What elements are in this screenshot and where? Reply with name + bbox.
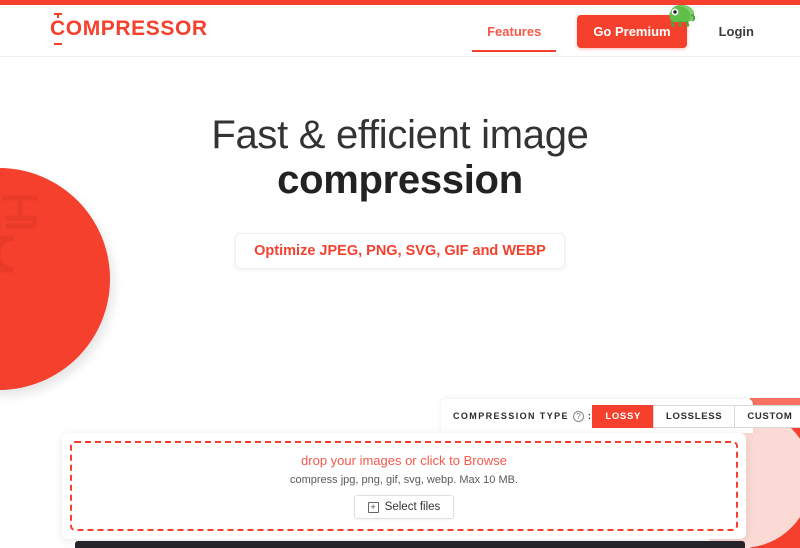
select-files-label: Select files: [384, 501, 441, 513]
main-navigation: Features Go Premium Login: [465, 0, 764, 57]
go-premium-button[interactable]: Go Premium: [577, 14, 687, 48]
nav-item-login[interactable]: Login: [701, 24, 764, 39]
brand-logo[interactable]: C OMPRESSOR: [50, 13, 208, 45]
hero-section: Fast & efficient image compression Optim…: [0, 57, 800, 269]
hero-title-line1: Fast & efficient image: [211, 113, 589, 157]
top-accent-stripe: [0, 0, 800, 5]
logo-clamp-icon: C: [50, 13, 66, 45]
select-files-button[interactable]: + Select files: [353, 495, 455, 519]
compression-option-lossless[interactable]: LOSSLESS: [653, 404, 736, 428]
compression-type-text: COMPRESSION TYPE: [453, 411, 569, 421]
add-file-icon: +: [367, 501, 379, 513]
bottom-bar: [75, 541, 745, 548]
logo-initial: C: [50, 17, 66, 40]
compression-type-options: LOSSY LOSSLESS CUSTOM: [592, 404, 800, 428]
supported-formats-badge: Optimize JPEG, PNG, SVG, GIF and WEBP: [235, 232, 565, 269]
compression-type-bar: COMPRESSION TYPE ? : LOSSY LOSSLESS CUST…: [441, 399, 800, 433]
nav-login-label: Login: [718, 23, 754, 39]
compression-option-lossy[interactable]: LOSSY: [592, 404, 655, 428]
compression-option-custom[interactable]: CUSTOM: [734, 404, 800, 428]
upload-card: drop your images or click to Browse comp…: [62, 433, 746, 539]
dropzone-subtitle: compress jpg, png, gif, svg, webp. Max 1…: [289, 474, 519, 486]
compression-type-label: COMPRESSION TYPE ? :: [453, 410, 592, 422]
file-dropzone[interactable]: drop your images or click to Browse comp…: [70, 441, 738, 531]
premium-button-wrapper: Go Premium: [577, 0, 695, 48]
logo-text: OMPRESSOR: [65, 17, 208, 40]
nav-item-features[interactable]: Features: [465, 5, 563, 57]
site-header: C OMPRESSOR Features Go Premium Login: [0, 0, 800, 57]
question-mark-icon[interactable]: ?: [572, 410, 584, 422]
hero-title-line2: compression: [277, 157, 523, 202]
nav-features-label: Features: [487, 23, 542, 39]
dropzone-title: drop your images or click to Browse: [301, 453, 507, 468]
